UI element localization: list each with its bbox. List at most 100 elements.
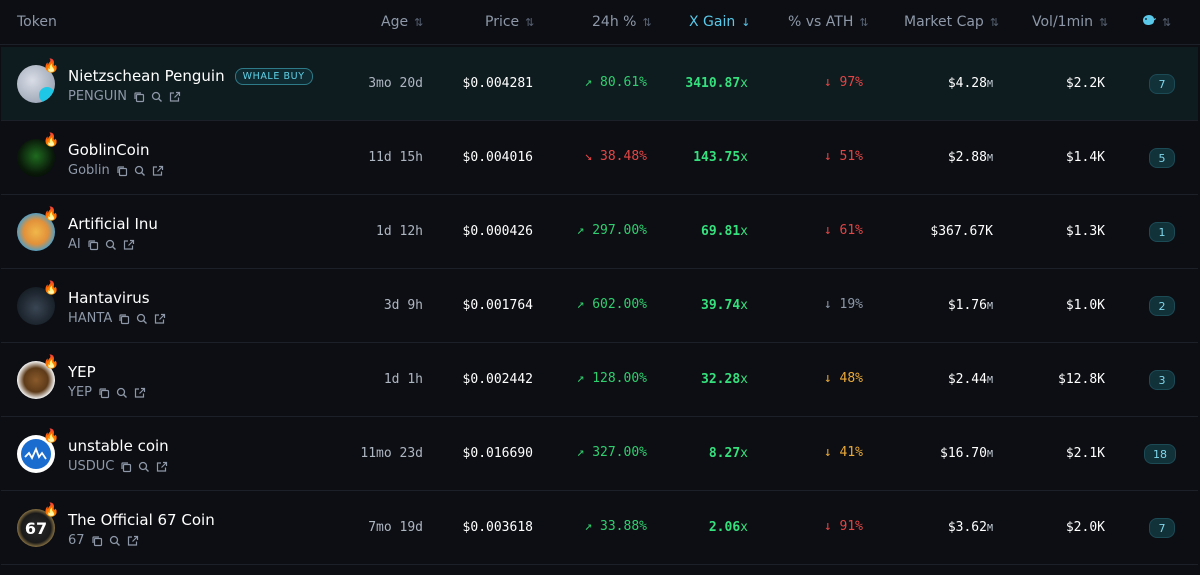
search-icon[interactable] [136, 313, 148, 325]
trend-icon: ↗ [584, 519, 593, 534]
volume-cell: $1.3K [1065, 224, 1105, 239]
col-age[interactable]: Age ⇅ [381, 0, 423, 44]
price-cell: $0.001764 [462, 298, 533, 313]
whale-buy-badge: WHALE BUY [234, 68, 313, 85]
change-cell: ↗ 80.61% [584, 75, 647, 90]
volume-cell: $1.4K [1065, 150, 1105, 165]
table-header: Token Age ⇅ Price ⇅ 24h % ⇅ X Gain ↓ % vs AT… [0, 0, 1200, 45]
count-badge[interactable]: 5 [1149, 148, 1175, 168]
ath-cell: ↓ 48% [823, 371, 863, 386]
sort-icon: ⇅ [1098, 16, 1109, 29]
search-icon[interactable] [134, 165, 146, 177]
copy-icon[interactable] [133, 91, 145, 103]
external-link-icon[interactable] [154, 313, 166, 325]
token-symbol: HANTA [68, 311, 113, 326]
external-link-icon[interactable] [156, 461, 168, 473]
count-badge[interactable]: 3 [1149, 370, 1175, 390]
search-icon[interactable] [109, 535, 121, 547]
market-cap-cell: $2.44M [947, 372, 993, 387]
change-cell: ↗ 602.00% [576, 297, 647, 312]
token-symbol-line: Goblin [68, 163, 164, 178]
trend-icon: ↗ [576, 371, 585, 386]
copy-icon[interactable] [87, 239, 99, 251]
down-arrow-icon: ↓ [823, 223, 832, 238]
token-symbol: USDUC [68, 459, 115, 474]
copy-icon[interactable] [120, 461, 132, 473]
token-symbol: AI [68, 237, 81, 252]
down-arrow-icon: ↓ [823, 149, 832, 164]
external-link-icon[interactable] [152, 165, 164, 177]
sort-icon: ⇅ [525, 16, 535, 29]
table-row[interactable]: 🔥 Nietzschean Penguin WHALE BUY PENGUIN 3… [1, 47, 1198, 121]
copy-icon[interactable] [116, 165, 128, 177]
table-row[interactable]: 🔥 YEP YEP 1d 1h $0.002442 ↗ 128.00% 32.2… [1, 343, 1198, 417]
ath-cell: ↓ 51% [823, 149, 863, 164]
whale-icon [1142, 0, 1156, 44]
token-symbol-line: PENGUIN [68, 89, 181, 104]
xgain-cell: 32.28x [701, 372, 748, 387]
price-cell: $0.004016 [462, 150, 533, 165]
market-cap-cell: $4.28M [947, 76, 993, 91]
external-link-icon[interactable] [169, 91, 181, 103]
ath-cell: ↓ 91% [823, 519, 863, 534]
down-arrow-icon: ↓ [823, 371, 832, 386]
col-token[interactable]: Token [17, 0, 57, 44]
search-icon[interactable] [138, 461, 150, 473]
token-name[interactable]: unstable coin [68, 437, 169, 455]
col-vs-ath[interactable]: % vs ATH ⇅ [788, 0, 869, 44]
volume-cell: $1.0K [1065, 298, 1105, 313]
table-row[interactable]: 🔥 Artificial Inu AI 1d 12h $0.000426 ↗ 2… [1, 195, 1198, 269]
col-xgain[interactable]: X Gain ↓ [689, 0, 750, 44]
external-link-icon[interactable] [127, 535, 139, 547]
fire-icon: 🔥 [43, 355, 60, 370]
col-24h[interactable]: 24h % ⇅ [592, 0, 652, 44]
fire-icon: 🔥 [43, 133, 60, 148]
table-row[interactable]: 🔥 GoblinCoin Goblin 11d 15h $0.004016 ↘ … [1, 121, 1198, 195]
table-row[interactable]: 67 🔥 The Official 67 Coin 67 7mo 19d $0.… [1, 491, 1198, 565]
search-icon[interactable] [105, 239, 117, 251]
table-row[interactable]: 🔥 Hantavirus HANTA 3d 9h $0.001764 ↗ 602… [1, 269, 1198, 343]
market-cap-cell: $367.67K [930, 224, 993, 239]
external-link-icon[interactable] [123, 239, 135, 251]
down-arrow-icon: ↓ [823, 519, 832, 534]
col-market-cap[interactable]: Market Cap ⇅ [904, 0, 999, 44]
col-whale[interactable]: ⇅ [1142, 0, 1171, 44]
search-icon[interactable] [151, 91, 163, 103]
copy-icon[interactable] [98, 387, 110, 399]
count-badge[interactable]: 7 [1149, 74, 1175, 94]
fire-icon: 🔥 [43, 59, 60, 74]
down-arrow-icon: ↓ [823, 75, 832, 90]
age-cell: 1d 12h [376, 224, 423, 239]
age-cell: 11d 15h [368, 150, 423, 165]
count-badge[interactable]: 2 [1149, 296, 1175, 316]
sort-icon: ⇅ [414, 16, 424, 29]
table-row[interactable]: 🔥 unstable coin USDUC 11mo 23d $0.016690… [1, 417, 1198, 491]
down-arrow-icon: ↓ [823, 297, 832, 312]
external-link-icon[interactable] [134, 387, 146, 399]
ath-cell: ↓ 97% [823, 75, 863, 90]
count-badge[interactable]: 1 [1149, 222, 1175, 242]
token-symbol: PENGUIN [68, 89, 127, 104]
col-price[interactable]: Price ⇅ [485, 0, 534, 44]
token-name[interactable]: GoblinCoin [68, 141, 150, 159]
token-name[interactable]: The Official 67 Coin [68, 511, 215, 529]
copy-icon[interactable] [91, 535, 103, 547]
token-name[interactable]: Hantavirus [68, 289, 150, 307]
market-cap-cell: $1.76M [947, 298, 993, 313]
col-vol[interactable]: Vol/1min ⇅ [1032, 0, 1108, 44]
token-name[interactable]: YEP [68, 363, 96, 381]
xgain-cell: 69.81x [701, 224, 748, 239]
token-name[interactable]: Nietzschean Penguin WHALE BUY [68, 67, 313, 85]
copy-icon[interactable] [118, 313, 130, 325]
count-badge[interactable]: 18 [1144, 444, 1176, 464]
fire-icon: 🔥 [43, 429, 60, 444]
xgain-cell: 2.06x [708, 520, 748, 535]
count-badge[interactable]: 7 [1149, 518, 1175, 538]
token-name[interactable]: Artificial Inu [68, 215, 158, 233]
search-icon[interactable] [116, 387, 128, 399]
sort-icon: ⇅ [859, 16, 869, 29]
age-cell: 1d 1h [383, 372, 423, 387]
trend-icon: ↗ [584, 75, 593, 90]
fire-icon: 🔥 [43, 281, 60, 296]
xgain-cell: 39.74x [701, 298, 748, 313]
